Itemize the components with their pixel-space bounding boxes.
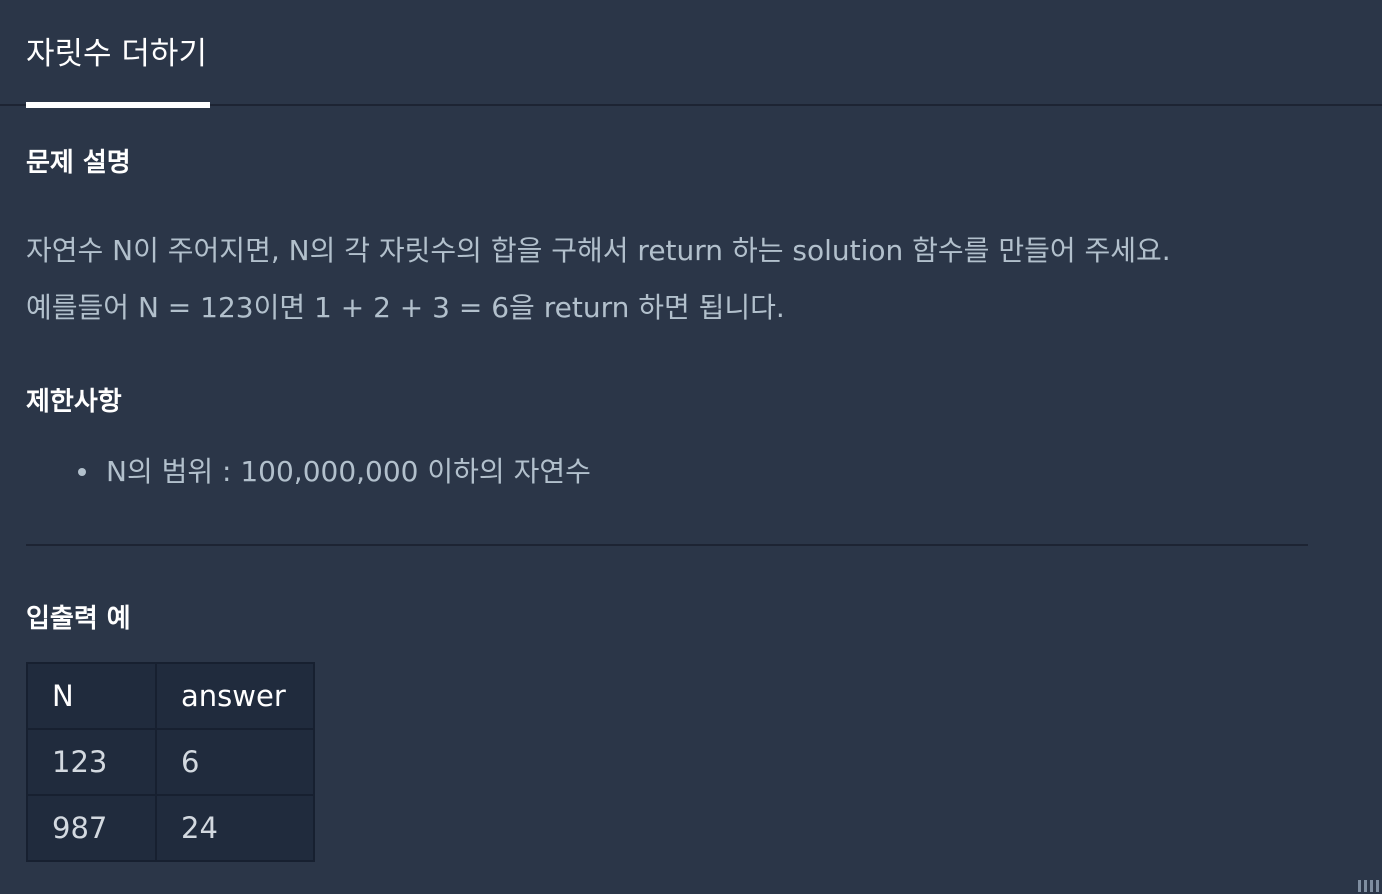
- active-tab-indicator: [26, 102, 210, 108]
- examples-heading: 입출력 예: [26, 604, 131, 634]
- resize-grip-icon[interactable]: [1358, 878, 1380, 892]
- tab-problem[interactable]: 자릿수 더하기: [26, 0, 210, 108]
- examples-table: N answer 123 6 987 24: [26, 662, 315, 862]
- tab-label: 자릿수 더하기: [26, 36, 207, 72]
- limits-item-text: N의 범위 : 100,000,000 이하의 자연수: [106, 455, 591, 488]
- tab-bar: 자릿수 더하기: [0, 0, 1382, 108]
- description-line: 자연수 N이 주어지면, N의 각 자릿수의 합을 구해서 return 하는 …: [26, 234, 1171, 267]
- column-header-n: N: [26, 662, 157, 730]
- section-divider: [26, 544, 1308, 546]
- column-header-answer: answer: [155, 662, 315, 730]
- table-row: 987 24: [26, 794, 315, 862]
- bullet-icon: [78, 468, 86, 476]
- limits-list-item: N의 범위 : 100,000,000 이하의 자연수: [26, 444, 591, 500]
- limits-heading: 제한사항: [26, 387, 122, 417]
- description-line: 예를들어 N = 123이면 1 + 2 + 3 = 6을 return 하면 …: [26, 291, 785, 324]
- limits-list: N의 범위 : 100,000,000 이하의 자연수: [26, 444, 591, 500]
- table-row: 123 6: [26, 728, 315, 796]
- table-cell-answer: 24: [155, 794, 315, 862]
- table-header-row: N answer: [26, 662, 315, 730]
- description-heading: 문제 설명: [26, 148, 131, 178]
- table-cell-n: 123: [26, 728, 157, 796]
- table-cell-answer: 6: [155, 728, 315, 796]
- table-cell-n: 987: [26, 794, 157, 862]
- description-text: 자연수 N이 주어지면, N의 각 자릿수의 합을 구해서 return 하는 …: [26, 222, 1171, 336]
